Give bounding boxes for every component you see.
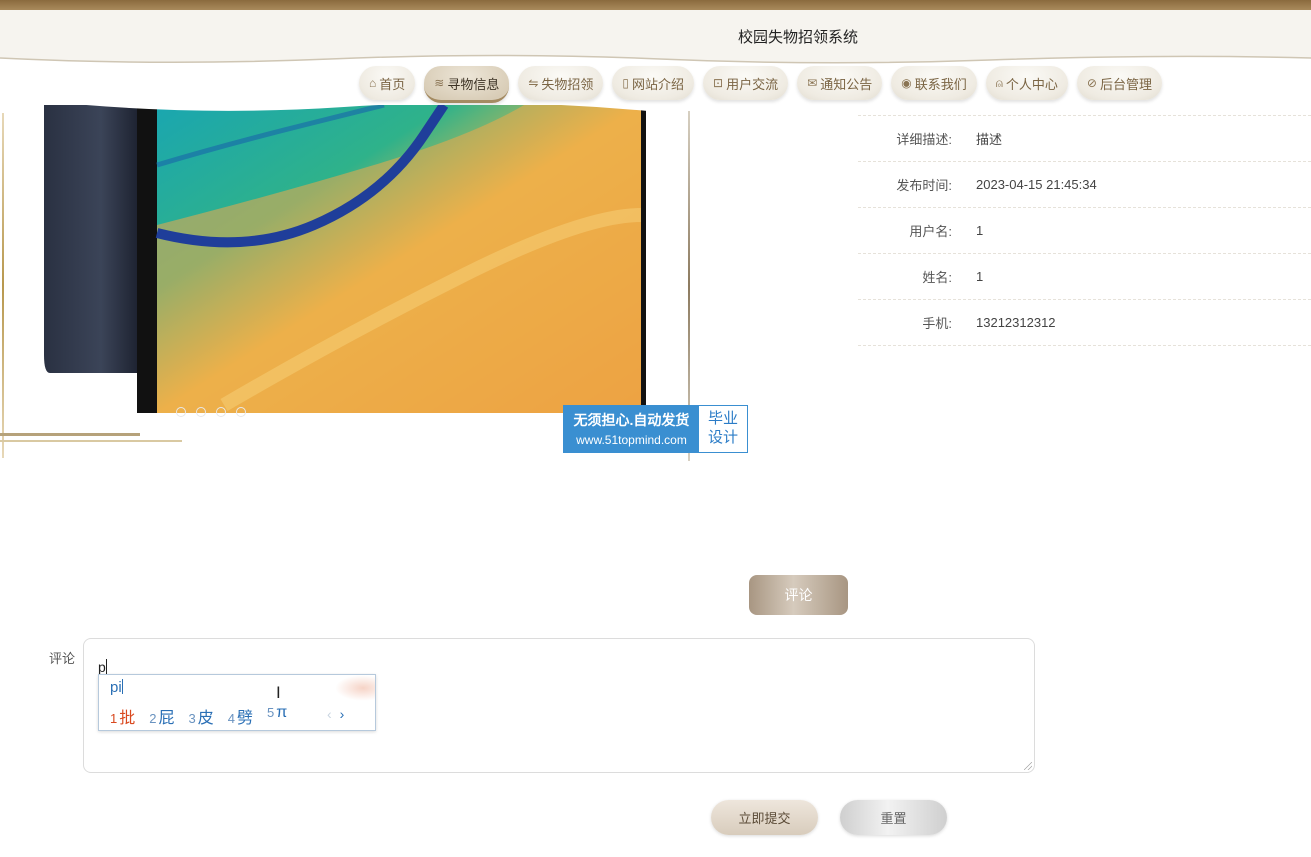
layers-icon: ≋ xyxy=(434,76,445,90)
comment-label: 评论 xyxy=(49,651,76,666)
comment-button[interactable]: 评论 xyxy=(749,575,848,615)
nav-label: 网站介绍 xyxy=(632,76,685,92)
detail-value: 描述 xyxy=(976,132,1003,147)
nav-site-intro[interactable]: ▯ 网站介绍 xyxy=(612,66,695,100)
detail-value: 1 xyxy=(976,269,984,284)
nav-home[interactable]: ⌂ 首页 xyxy=(359,66,416,100)
ime-candidate-text: 屁 xyxy=(158,710,175,727)
nav-label: 个人中心 xyxy=(1005,76,1058,92)
frame-decoration xyxy=(0,440,182,442)
book-icon: ⊡ xyxy=(713,76,724,90)
ime-candidate-text: π xyxy=(276,704,288,721)
watermark-tag-line1: 毕业 xyxy=(707,410,738,427)
ime-candidate-number: 3 xyxy=(188,711,196,726)
gallery-pagination xyxy=(176,407,246,417)
item-details: 详细描述: 描述 发布时间: 2023-04-15 21:45:34 用户名: 1 姓… xyxy=(858,115,1311,346)
nav-label: 寻物信息 xyxy=(447,76,500,92)
watermark-line1: 无须担心.自动发货 xyxy=(573,412,690,428)
chevron-left-icon[interactable]: ‹ xyxy=(327,706,332,722)
nav-label: 联系我们 xyxy=(914,76,967,92)
detail-value: 2023-04-15 21:45:34 xyxy=(976,177,1097,192)
ime-candidate[interactable]: 5π xyxy=(267,704,287,728)
detail-value: 1 xyxy=(976,223,984,238)
ime-candidate-number: 1 xyxy=(110,711,118,726)
nav-found-items[interactable]: ⇋ 失物招领 xyxy=(518,66,604,100)
nav-admin[interactable]: ⊘ 后台管理 xyxy=(1076,66,1162,100)
ime-pager: ‹ › xyxy=(327,706,344,722)
item-photo[interactable] xyxy=(44,105,648,413)
watermark-tag-line2: 设计 xyxy=(707,429,738,446)
reset-button[interactable]: 重置 xyxy=(840,800,947,835)
submit-button[interactable]: 立即提交 xyxy=(711,800,818,835)
user-icon: ⍝ xyxy=(995,75,1003,90)
ime-candidate-number: 5 xyxy=(267,705,275,720)
detail-label: 手机: xyxy=(922,316,952,331)
nav-contact[interactable]: ◉ 联系我们 xyxy=(891,66,977,100)
gallery-dot[interactable] xyxy=(236,407,246,417)
ime-candidates: 1批 2屁 3皮 4劈 5π xyxy=(110,704,287,728)
watermark-tag: 毕业 设计 xyxy=(699,406,747,452)
ime-candidate[interactable]: 3皮 xyxy=(189,704,214,728)
nav-label: 失物招领 xyxy=(541,76,594,92)
ime-candidate[interactable]: 2屁 xyxy=(149,704,174,728)
nav-label: 用户交流 xyxy=(726,76,779,92)
watermark-text: 无须担心.自动发货 www.51topmind.com xyxy=(564,406,699,452)
watermark-badge: 无须担心.自动发货 www.51topmind.com 毕业 设计 xyxy=(563,405,748,453)
detail-row: 详细描述: 描述 xyxy=(858,115,1311,161)
ime-candidate-text: 劈 xyxy=(236,710,253,727)
detail-row: 用户名: 1 xyxy=(858,207,1311,253)
watermark-line2: www.51topmind.com xyxy=(576,433,687,447)
main-nav: ⌂ 首页 ≋ 寻物信息 ⇋ 失物招领 ▯ 网站介绍 ⊡ 用户交流 ✉ 通知公告 ◉ 联系我们 … xyxy=(359,66,1162,103)
document-icon: ▯ xyxy=(622,76,630,90)
nav-profile[interactable]: ⍝ 个人中心 xyxy=(985,66,1068,100)
ime-candidate-text: 皮 xyxy=(197,710,214,727)
site-title: 校园失物招领系统 xyxy=(738,29,859,46)
nav-user-forum[interactable]: ⊡ 用户交流 xyxy=(703,66,789,100)
gallery-dot[interactable] xyxy=(176,407,186,417)
resize-grip-icon[interactable] xyxy=(1024,762,1032,770)
nav-label: 首页 xyxy=(379,76,406,92)
ime-composition: pi xyxy=(110,679,122,696)
header-wave-decoration xyxy=(0,54,1311,66)
tablet-image xyxy=(44,105,648,413)
sliders-icon: ⇋ xyxy=(528,76,539,90)
i-beam-cursor-icon: Ⅰ xyxy=(276,685,281,702)
mail-icon: ✉ xyxy=(807,76,818,90)
detail-row: 姓名: 1 xyxy=(858,253,1311,299)
detail-row: 发布时间: 2023-04-15 21:45:34 xyxy=(858,161,1311,207)
ime-candidate-number: 2 xyxy=(149,711,157,726)
top-accent-bar xyxy=(0,0,1311,10)
nav-announcements[interactable]: ✉ 通知公告 xyxy=(797,66,883,100)
gallery-dot[interactable] xyxy=(196,407,206,417)
ime-skin-decoration xyxy=(335,675,375,701)
frame-decoration xyxy=(2,113,4,458)
nav-label: 通知公告 xyxy=(820,76,873,92)
chevron-right-icon[interactable]: › xyxy=(340,706,345,722)
comment-text-value: p xyxy=(98,659,106,675)
wechat-icon: ◉ xyxy=(901,76,912,90)
ime-candidate-number: 4 xyxy=(227,711,235,726)
ime-candidate-popup: pi 1批 2屁 3皮 4劈 5π ‹ › xyxy=(98,674,376,731)
ime-candidate[interactable]: 1批 xyxy=(110,704,135,728)
detail-label: 姓名: xyxy=(922,270,952,285)
frame-decoration xyxy=(0,433,140,436)
detail-label: 用户名: xyxy=(909,224,952,239)
detail-label: 详细描述: xyxy=(896,132,952,147)
nav-lost-items[interactable]: ≋ 寻物信息 xyxy=(424,66,510,103)
gallery-dot[interactable] xyxy=(216,407,226,417)
site-header: 校园失物招领系统 xyxy=(0,10,1311,66)
ime-candidate-text: 批 xyxy=(119,710,136,727)
detail-label: 发布时间: xyxy=(896,178,952,193)
nav-label: 后台管理 xyxy=(1099,76,1152,92)
ime-candidate[interactable]: 4劈 xyxy=(228,704,253,728)
link-icon: ⊘ xyxy=(1086,76,1097,90)
home-icon: ⌂ xyxy=(369,76,377,90)
detail-row: 手机: 13212312312 xyxy=(858,299,1311,346)
detail-value: 13212312312 xyxy=(976,315,1056,330)
